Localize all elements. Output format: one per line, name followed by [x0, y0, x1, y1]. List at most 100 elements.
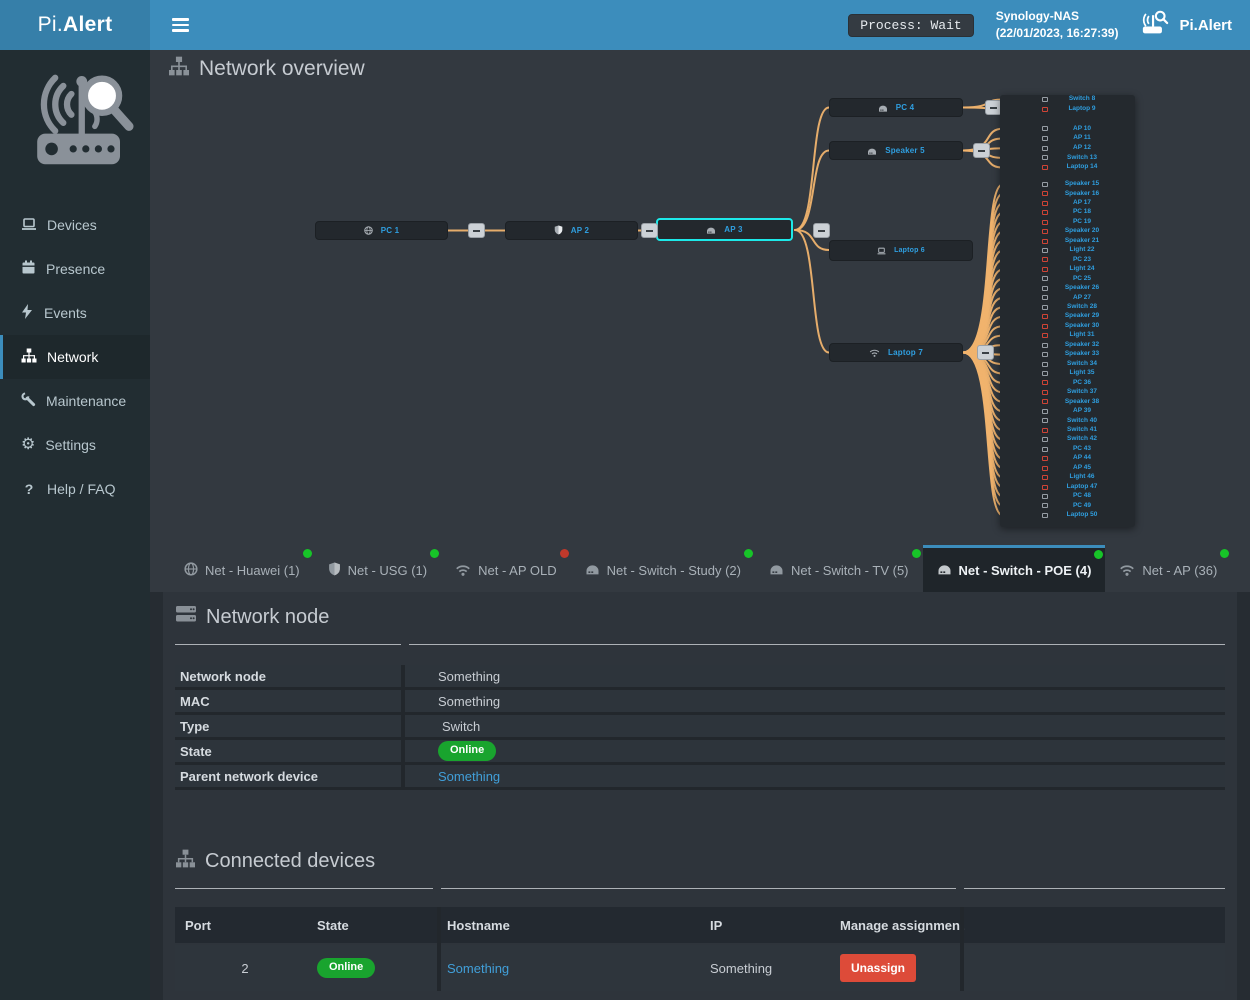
- device-label: Speaker 38: [1053, 399, 1111, 406]
- collapse-button[interactable]: [641, 223, 658, 238]
- device-icon: [1042, 418, 1048, 423]
- device-label: PC 18: [1053, 209, 1111, 216]
- device-item[interactable]: Laptop 9: [1000, 105, 1135, 113]
- tab-net-ap[interactable]: Net - AP (36): [1105, 547, 1231, 592]
- collapse-button[interactable]: [813, 223, 830, 238]
- device-item[interactable]: AP 39: [1000, 407, 1135, 415]
- diagram-node-ap2[interactable]: AP 2: [505, 221, 638, 240]
- collapse-button[interactable]: [973, 143, 990, 158]
- device-item[interactable]: Laptop 14: [1000, 164, 1135, 172]
- status-dot: [430, 549, 439, 558]
- switch-icon: [769, 563, 784, 578]
- device-label: PC 49: [1053, 503, 1111, 510]
- app-name: Pi.Alert: [1179, 17, 1232, 34]
- device-item[interactable]: Switch 42: [1000, 436, 1135, 444]
- device-item[interactable]: Speaker 15: [1000, 180, 1135, 188]
- tab-net-switch-poe[interactable]: Net - Switch - POE (4): [923, 545, 1106, 592]
- device-item[interactable]: Speaker 32: [1000, 341, 1135, 349]
- device-item[interactable]: Laptop 50: [1000, 511, 1135, 519]
- tab-net-ap-old[interactable]: Net - AP OLD: [441, 547, 571, 592]
- device-item[interactable]: AP 10: [1000, 125, 1135, 133]
- device-item[interactable]: PC 49: [1000, 502, 1135, 510]
- device-item[interactable]: Speaker 38: [1000, 398, 1135, 406]
- connected-device-list: Switch 8Laptop 9 AP 10 AP 11AP 12 Switch 13…: [1000, 95, 1135, 527]
- collapse-button[interactable]: [977, 345, 994, 360]
- tab-net-switch-tv[interactable]: Net - Switch - TV (5): [755, 547, 923, 592]
- sidebar-item-maintenance[interactable]: Maintenance: [0, 379, 150, 423]
- device-item[interactable]: Switch 8: [1000, 96, 1135, 104]
- device-item[interactable]: Switch 13: [1000, 154, 1135, 162]
- device-item[interactable]: PC 36: [1000, 379, 1135, 387]
- device-item[interactable]: Switch 40: [1000, 417, 1135, 425]
- device-item[interactable]: Light 46: [1000, 474, 1135, 482]
- device-item[interactable]: Switch 34: [1000, 360, 1135, 368]
- device-item[interactable]: AP 17: [1000, 199, 1135, 207]
- collapse-button[interactable]: [468, 223, 485, 238]
- device-item[interactable]: Light 22: [1000, 247, 1135, 255]
- sidebar-item-events[interactable]: Events: [0, 291, 150, 335]
- sidebar-toggle-button[interactable]: [166, 12, 195, 38]
- tab-net-switch-study[interactable]: Net - Switch - Study (2): [571, 547, 755, 592]
- table-row: Parent network device Something: [175, 765, 1225, 790]
- sidebar-item-settings[interactable]: ⚙ Settings: [0, 423, 150, 467]
- device-item[interactable]: Speaker 30: [1000, 322, 1135, 330]
- sidebar-item-devices[interactable]: Devices: [0, 203, 150, 247]
- device-item[interactable]: AP 44: [1000, 455, 1135, 463]
- diagram-node-laptop6[interactable]: Laptop 6: [829, 240, 973, 261]
- device-item[interactable]: Light 31: [1000, 332, 1135, 340]
- device-item[interactable]: Switch 41: [1000, 426, 1135, 434]
- question-icon: ?: [21, 481, 37, 497]
- wifi-icon: [455, 563, 471, 579]
- device-item[interactable]: PC 43: [1000, 445, 1135, 453]
- device-label: Laptop 14: [1053, 164, 1111, 171]
- sidebar-item-help[interactable]: ? Help / FAQ: [0, 467, 150, 511]
- device-item[interactable]: Laptop 47: [1000, 483, 1135, 491]
- device-label: AP 45: [1053, 465, 1111, 472]
- diagram-node-pc1[interactable]: PC 1: [315, 221, 448, 240]
- device-item[interactable]: Light 24: [1000, 265, 1135, 273]
- sidebar-item-network[interactable]: Network: [0, 335, 150, 379]
- table-header: Port State Hostname IP Manage assignment: [175, 907, 1225, 943]
- device-item[interactable]: Speaker 21: [1000, 237, 1135, 245]
- shield-icon: [328, 562, 341, 579]
- device-item[interactable]: PC 18: [1000, 209, 1135, 217]
- device-icon: [1042, 428, 1048, 433]
- device-item[interactable]: PC 23: [1000, 256, 1135, 264]
- unassign-button[interactable]: Unassign: [840, 954, 916, 982]
- brand-alert: Alert: [63, 13, 112, 37]
- network-node-panel: Network node Network node Something MAC …: [163, 592, 1237, 1000]
- switch-icon: [867, 142, 877, 160]
- device-item[interactable]: Light 35: [1000, 370, 1135, 378]
- device-item[interactable]: Speaker 26: [1000, 284, 1135, 292]
- device-icon: [1042, 494, 1048, 499]
- device-item[interactable]: PC 48: [1000, 492, 1135, 500]
- tab-net-huawei[interactable]: Net - Huawei (1): [170, 547, 314, 592]
- diagram-node-ap3[interactable]: AP 3: [656, 218, 793, 241]
- device-item[interactable]: Speaker 33: [1000, 351, 1135, 359]
- device-label: Switch 37: [1053, 389, 1111, 396]
- app-logo[interactable]: Pi.Alert: [0, 0, 150, 50]
- device-item[interactable]: AP 27: [1000, 294, 1135, 302]
- device-label: Light 46: [1053, 474, 1111, 481]
- sidebar-item-presence[interactable]: Presence: [0, 247, 150, 291]
- device-icon: [1042, 107, 1048, 112]
- device-item[interactable]: Switch 28: [1000, 303, 1135, 311]
- device-item[interactable]: AP 45: [1000, 464, 1135, 472]
- device-item[interactable]: Speaker 29: [1000, 313, 1135, 321]
- hostname-link[interactable]: Something: [447, 961, 509, 976]
- device-item[interactable]: Speaker 20: [1000, 228, 1135, 236]
- device-item[interactable]: Speaker 16: [1000, 190, 1135, 198]
- tab-net-usg[interactable]: Net - USG (1): [314, 547, 441, 592]
- diagram-node-speaker5[interactable]: Speaker 5: [829, 141, 963, 160]
- device-item[interactable]: PC 19: [1000, 218, 1135, 226]
- parent-device-link[interactable]: Something: [438, 769, 500, 784]
- diagram-node-pc4[interactable]: PC 4: [829, 98, 963, 117]
- device-label: PC 19: [1053, 219, 1111, 226]
- device-item[interactable]: AP 11: [1000, 135, 1135, 143]
- device-item[interactable]: PC 25: [1000, 275, 1135, 283]
- device-item[interactable]: Switch 37: [1000, 388, 1135, 396]
- diagram-node-laptop7[interactable]: Laptop 7: [829, 343, 963, 362]
- device-item[interactable]: AP 12: [1000, 144, 1135, 152]
- device-label: PC 36: [1053, 380, 1111, 387]
- sidebar-item-label: Devices: [47, 217, 97, 233]
